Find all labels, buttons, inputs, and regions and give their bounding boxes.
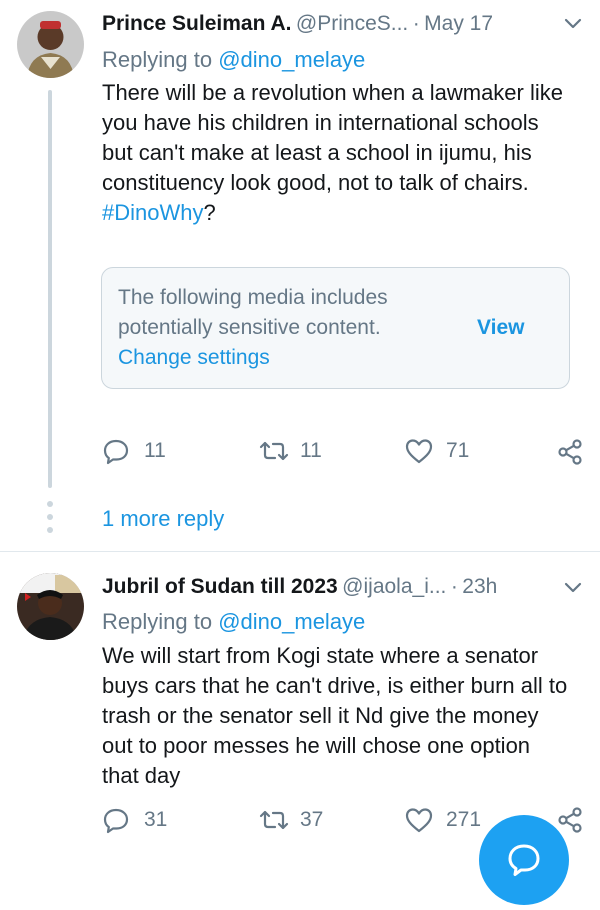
reply-count: 11 — [144, 439, 166, 462]
thread-dot — [47, 514, 53, 520]
tweet-header: Jubril of Sudan till 2023 @ijaola_i... ·… — [102, 573, 497, 601]
thread-line — [48, 90, 52, 488]
reply-bubble-icon — [103, 439, 129, 465]
like-count: 71 — [446, 439, 470, 462]
share-button[interactable] — [556, 438, 584, 466]
reply-button[interactable]: 11 — [102, 436, 166, 466]
retweet-count: 37 — [300, 808, 324, 831]
retweet-icon — [259, 441, 289, 461]
reply-count: 31 — [144, 808, 168, 831]
meta-separator: · — [450, 575, 458, 598]
meta-separator: · — [412, 12, 420, 35]
like-button[interactable]: 71 — [404, 436, 469, 466]
avatar-image — [17, 11, 84, 78]
change-settings-link[interactable]: Change settings — [118, 343, 270, 373]
compose-reply-fab[interactable] — [479, 815, 569, 905]
author-name[interactable]: Prince Suleiman A. — [102, 12, 291, 35]
retweet-count: 11 — [300, 439, 322, 462]
author-handle[interactable]: @ijaola_i... — [342, 575, 446, 598]
thread-dot — [47, 527, 53, 533]
chevron-down-icon — [564, 18, 582, 29]
author-name[interactable]: Jubril of Sudan till 2023 — [102, 575, 338, 598]
author-handle[interactable]: @PrinceS... — [296, 12, 408, 35]
thread-dot — [47, 501, 53, 507]
tweet-divider — [0, 551, 600, 552]
like-count: 271 — [446, 808, 482, 831]
reply-bubble-icon — [103, 808, 129, 834]
heart-icon — [405, 808, 433, 833]
sensitive-notice-text: The following media includes potentially… — [118, 286, 388, 339]
view-media-button[interactable]: View — [477, 313, 524, 343]
replying-to: Replying to @dino_melaye — [102, 45, 365, 75]
avatar[interactable] — [17, 573, 84, 640]
replying-to: Replying to @dino_melaye — [102, 607, 365, 637]
replying-mention[interactable]: @dino_melaye — [218, 47, 365, 72]
sensitive-media-notice: The following media includes potentially… — [101, 267, 570, 389]
tweet-menu-button[interactable] — [560, 12, 586, 34]
replying-prefix: Replying to — [102, 609, 213, 634]
tweet-text-main: There will be a revolution when a lawmak… — [102, 80, 563, 195]
like-button[interactable]: 271 — [404, 805, 481, 835]
heart-icon — [405, 439, 433, 464]
reply-button[interactable]: 31 — [102, 805, 167, 835]
tweet-date[interactable]: 23h — [462, 575, 497, 598]
hashtag[interactable]: #DinoWhy — [102, 200, 203, 225]
tweet-menu-button[interactable] — [560, 576, 586, 598]
tweet-date[interactable]: May 17 — [424, 12, 493, 35]
tweet-text-end: ? — [203, 200, 216, 225]
tweet-text: There will be a revolution when a lawmak… — [102, 78, 572, 228]
more-replies-link[interactable]: 1 more reply — [102, 504, 224, 534]
avatar[interactable] — [17, 11, 84, 78]
retweet-icon — [259, 810, 289, 830]
replying-prefix: Replying to — [102, 47, 213, 72]
tweet-header: Prince Suleiman A. @PrinceS... · May 17 — [102, 10, 493, 38]
replying-mention[interactable]: @dino_melaye — [218, 609, 365, 634]
compose-reply-icon — [508, 844, 540, 876]
share-icon — [558, 439, 582, 465]
chevron-down-icon — [564, 582, 582, 593]
retweet-button[interactable]: 11 — [258, 436, 322, 466]
tweet-text: We will start from Kogi state where a se… — [102, 643, 568, 788]
retweet-button[interactable]: 37 — [258, 805, 323, 835]
avatar-image — [17, 573, 84, 640]
